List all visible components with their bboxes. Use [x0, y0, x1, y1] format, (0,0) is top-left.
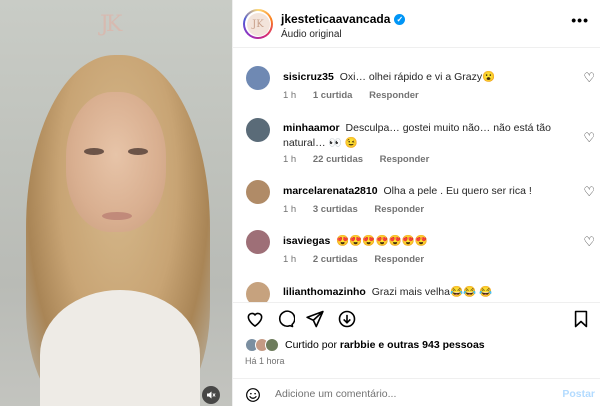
download-circle-icon[interactable] — [337, 309, 357, 329]
post-panel: JK jkesteticaavancada ✓ Áudio original •… — [232, 0, 600, 406]
reply-button[interactable]: Responder — [374, 254, 424, 265]
comment-bubble-icon[interactable] — [275, 309, 295, 329]
video-frame-face — [66, 92, 166, 232]
original-audio-link[interactable]: Áudio original — [281, 29, 342, 40]
liked-by-username[interactable]: rarbbie — [340, 339, 376, 351]
commenter-username[interactable]: sisicruz35 — [283, 71, 334, 83]
post-header: JK jkesteticaavancada ✓ Áudio original •… — [233, 0, 600, 48]
like-comment-heart-icon[interactable]: ♡ — [583, 70, 595, 86]
add-comment-bar: Postar — [233, 378, 600, 406]
verified-badge-icon: ✓ — [394, 13, 406, 25]
commenter-avatar[interactable] — [246, 180, 270, 204]
comment-likes-count[interactable]: 2 curtidas — [313, 254, 358, 265]
like-heart-icon[interactable] — [245, 309, 265, 329]
comment-text: Olha a pele . Eu quero ser rica ! — [383, 185, 532, 197]
video-frame-eye — [84, 148, 104, 155]
author-username[interactable]: jkesteticaavancada ✓ — [281, 12, 406, 26]
comment-text: 😍😍😍😍😍😍😍 — [336, 235, 428, 247]
video-watermark: JK — [100, 12, 122, 37]
comment-time: 1 h — [283, 154, 297, 165]
comment-text: Grazi mais velha😂😂 😂 — [371, 286, 493, 298]
liker-avatar[interactable] — [265, 338, 279, 352]
like-comment-heart-icon[interactable]: ♡ — [583, 184, 595, 200]
comment-text: Oxi… olhei rápido e vi a Grazy😮 — [339, 71, 496, 83]
commenter-avatar[interactable] — [246, 118, 270, 142]
commenter-username[interactable]: isaviegas — [283, 235, 330, 247]
mute-button[interactable] — [202, 386, 220, 404]
comment-time: 1 h — [283, 90, 297, 101]
reply-button[interactable]: Responder — [380, 154, 430, 165]
post-timestamp[interactable]: Há 1 hora — [245, 356, 285, 366]
commenter-username[interactable]: marcelarenata2810 — [283, 185, 378, 197]
reply-button[interactable]: Responder — [374, 204, 424, 215]
comment-time: 1 h — [283, 204, 297, 215]
comment-likes-count[interactable]: 3 curtidas — [313, 204, 358, 215]
author-username-label[interactable]: jkesteticaavancada — [281, 12, 390, 26]
save-bookmark-icon[interactable] — [571, 309, 591, 329]
speaker-muted-icon — [207, 391, 216, 399]
comment-likes-count[interactable]: 22 curtidas — [313, 154, 363, 165]
liked-by-connector: e — [378, 339, 385, 351]
comments-list[interactable]: sisicruz35 Oxi… olhei rápido e vi a Graz… — [233, 48, 600, 302]
commenter-avatar[interactable] — [246, 282, 270, 302]
commenter-avatar[interactable] — [246, 66, 270, 90]
author-avatar[interactable]: JK — [243, 9, 273, 39]
comment-likes-count[interactable]: 1 curtida — [313, 90, 353, 101]
commenter-username[interactable]: lilianthomazinho — [283, 286, 366, 298]
brand-logo: JK — [246, 12, 270, 36]
video-frame-lips — [102, 212, 132, 220]
commenter-avatar[interactable] — [246, 230, 270, 254]
like-comment-heart-icon[interactable]: ♡ — [583, 130, 595, 146]
liked-by-summary: Curtido por rarbbie e outras 943 pessoas — [245, 338, 485, 352]
more-options-icon[interactable]: ••• — [571, 12, 589, 28]
share-send-icon[interactable] — [305, 309, 325, 329]
video-frame-eye — [128, 148, 148, 155]
liked-by-prefix: Curtido por — [285, 339, 337, 351]
reply-button[interactable]: Responder — [369, 90, 419, 101]
emoji-smiley-icon[interactable] — [245, 387, 261, 403]
liked-by-others[interactable]: outras 943 pessoas — [387, 339, 484, 351]
commenter-username[interactable]: minhaamor — [283, 122, 340, 134]
add-comment-input[interactable] — [275, 385, 545, 403]
comment-time: 1 h — [283, 254, 297, 265]
post-comment-button[interactable]: Postar — [562, 388, 595, 400]
like-comment-heart-icon[interactable]: ♡ — [583, 234, 595, 250]
post-actions-bar — [233, 302, 600, 332]
video-player[interactable]: JK — [0, 0, 232, 406]
